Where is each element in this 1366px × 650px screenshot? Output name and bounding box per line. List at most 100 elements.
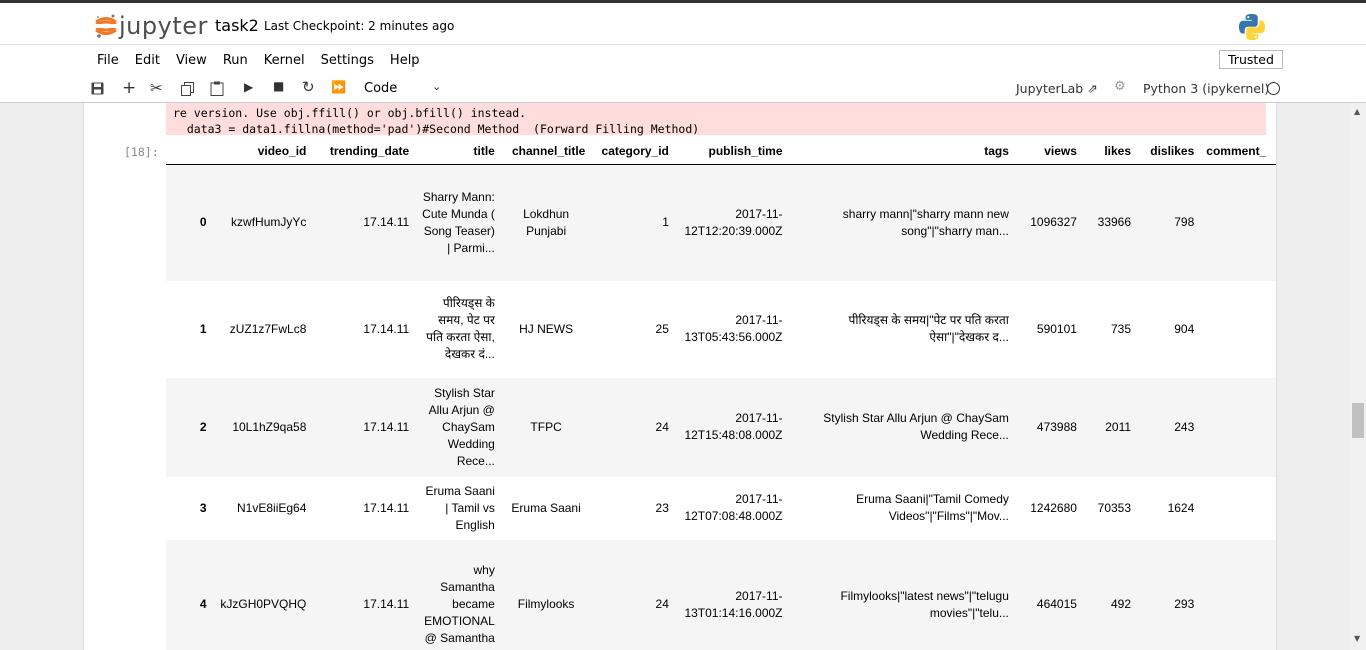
notebook-name[interactable]: task2 xyxy=(215,16,259,35)
paste-icon[interactable] xyxy=(210,81,224,96)
jupyterlab-link[interactable]: JupyterLab ⇗ xyxy=(1016,81,1098,96)
cell-trending-date: 17.14.11 xyxy=(363,500,410,515)
cell-video-id: 10L1hZ9qa58 xyxy=(232,419,307,434)
save-icon[interactable] xyxy=(91,82,104,95)
table-row: 0 kzwfHumJyYc 17.14.11 Sharry Mann: Cute… xyxy=(166,164,1276,281)
cell-trending-date: 17.14.11 xyxy=(363,321,410,336)
cell-tags: sharry mann|"sharry mann new song"|"shar… xyxy=(842,206,1009,238)
checkpoint-status: Last Checkpoint: 2 minutes ago xyxy=(264,19,455,33)
gear-icon[interactable]: ⚙ xyxy=(1114,79,1126,94)
cell-title: पीरियड्स के समय, पेट पर पति करता ऐसा, दे… xyxy=(426,296,495,361)
scroll-up-icon[interactable]: ▲ xyxy=(1354,107,1360,116)
kernel-status-icon xyxy=(1267,82,1280,95)
cell-type-select[interactable]: Code xyxy=(364,81,397,96)
stderr-output: re version. Use obj.ffill() or obj.bfill… xyxy=(166,103,1266,136)
restart-icon[interactable]: ↻ xyxy=(302,78,315,96)
table-row: 2 10L1hZ9qa58 17.14.11 Stylish Star Allu… xyxy=(166,377,1276,477)
cell-title: Eruma Saani | Tamil vs English xyxy=(425,483,495,532)
external-link-icon: ⇗ xyxy=(1087,81,1098,96)
cell-comment xyxy=(1200,165,1276,281)
column-header: title xyxy=(415,138,501,165)
cell-publish-time: 2017-11-13T01:14:16.000Z xyxy=(684,588,783,620)
cell-tags: Stylish Star Allu Arjun @ ChaySam Weddin… xyxy=(823,411,1009,442)
column-header: trending_date xyxy=(312,138,416,165)
cell-category-id: 24 xyxy=(655,597,669,611)
cell-dislikes: 798 xyxy=(1174,215,1195,230)
cell-dislikes: 243 xyxy=(1174,419,1195,434)
menu-help[interactable]: Help xyxy=(390,53,420,68)
row-index: 0 xyxy=(199,215,207,230)
table-header-row: video_id trending_date title channel_tit… xyxy=(166,138,1276,165)
menu-kernel[interactable]: Kernel xyxy=(264,53,305,68)
notebook-page[interactable]: re version. Use obj.ffill() or obj.bfill… xyxy=(83,103,1277,650)
cell-channel-title: Lokdhun Punjabi xyxy=(523,206,570,238)
row-index: 2 xyxy=(199,419,207,434)
cell-video-id: zUZ1z7FwLc8 xyxy=(229,321,307,336)
output-prompt: [18]: xyxy=(124,145,159,159)
menu-items: File Edit View Run Kernel Settings Help xyxy=(97,53,436,68)
cell-video-id: kJzGH0PVQHQ xyxy=(220,597,307,611)
column-header: category_id xyxy=(591,138,675,165)
cell-dislikes: 904 xyxy=(1174,321,1195,336)
scrollbar-thumb[interactable] xyxy=(1352,403,1364,438)
cell-comment xyxy=(1200,540,1276,650)
add-cell-icon[interactable]: + xyxy=(122,78,136,98)
cell-category-id: 25 xyxy=(655,321,669,336)
jupyter-logo-icon xyxy=(95,14,117,38)
menu-edit[interactable]: Edit xyxy=(135,53,160,68)
column-header: video_id xyxy=(212,138,313,165)
cell-views: 590101 xyxy=(1036,321,1077,336)
vertical-scrollbar[interactable]: ▲ ▼ xyxy=(1350,103,1366,650)
chevron-down-icon[interactable]: ⌄ xyxy=(432,80,441,93)
row-index: 4 xyxy=(199,597,207,611)
cell-trending-date: 17.14.11 xyxy=(363,419,410,434)
column-header: channel_title xyxy=(500,138,592,165)
cut-icon[interactable]: ✂ xyxy=(150,79,163,97)
cell-channel-title: TFPC xyxy=(530,419,562,434)
stderr-line-1: re version. Use obj.ffill() or obj.bfill… xyxy=(173,106,527,120)
cell-views: 464015 xyxy=(1036,597,1077,611)
cell-likes: 492 xyxy=(1111,597,1132,611)
cell-title: why Samantha became EMOTIONAL @ Samantha xyxy=(424,563,495,645)
cell-tags: पीरियड्स के समय|"पेट पर पति करता ऐसा"|"द… xyxy=(848,313,1009,344)
cell-views: 1242680 xyxy=(1030,500,1077,515)
notebook-toolbar: + ✂ ▶ ■ ↻ ⏩ Code ⌄ JupyterLab ⇗ ⚙ Python… xyxy=(0,75,1366,103)
copy-icon[interactable] xyxy=(181,82,194,96)
stderr-line-2: data3 = data1.fillna(method='pad')#Secon… xyxy=(173,122,700,136)
column-header: likes xyxy=(1082,138,1138,165)
menu-run[interactable]: Run xyxy=(223,53,248,68)
menu-bar: File Edit View Run Kernel Settings Help … xyxy=(0,45,1366,75)
table-row: 1 zUZ1z7FwLc8 17.14.11 पीरियड्स के समय, … xyxy=(166,280,1276,378)
cell-title: Stylish Star Allu Arjun @ ChaySam Weddin… xyxy=(428,385,495,468)
row-index: 1 xyxy=(199,321,207,336)
cell-video-id: N1vE8iiEg64 xyxy=(237,500,307,515)
menu-settings[interactable]: Settings xyxy=(321,53,374,68)
cell-category-id: 24 xyxy=(655,419,669,434)
run-icon[interactable]: ▶ xyxy=(244,80,253,94)
cell-comment xyxy=(1200,378,1276,477)
menu-file[interactable]: File xyxy=(97,53,119,68)
cell-likes: 2011 xyxy=(1105,419,1132,434)
cell-trending-date: 17.14.11 xyxy=(363,215,410,230)
table-row: 3 N1vE8iiEg64 17.14.11 Eruma Saani | Tam… xyxy=(166,476,1276,540)
table-row: 4 kJzGH0PVQHQ 17.14.11 why Samantha beca… xyxy=(166,539,1276,650)
column-header xyxy=(166,138,213,165)
cell-comment xyxy=(1200,281,1276,378)
column-header: tags xyxy=(788,138,1015,165)
cell-publish-time: 2017-11-12T12:20:39.000Z xyxy=(684,206,783,238)
row-index: 3 xyxy=(199,500,207,515)
stop-icon[interactable]: ■ xyxy=(273,79,284,93)
column-header: publish_time xyxy=(674,138,789,165)
cell-publish-time: 2017-11-12T07:08:48.000Z xyxy=(684,492,783,523)
python-logo-icon xyxy=(1239,14,1265,40)
trusted-indicator[interactable]: Trusted xyxy=(1219,50,1283,69)
scroll-down-icon[interactable]: ▼ xyxy=(1354,634,1360,643)
cell-views: 473988 xyxy=(1036,419,1077,434)
kernel-name[interactable]: Python 3 (ipykernel) xyxy=(1143,81,1269,96)
jupyter-logo[interactable]: jupyter xyxy=(95,12,208,40)
menu-view[interactable]: View xyxy=(176,53,207,68)
cell-trending-date: 17.14.11 xyxy=(363,597,410,611)
cell-comment xyxy=(1200,477,1276,540)
cell-dislikes: 1624 xyxy=(1167,500,1195,515)
restart-run-all-icon[interactable]: ⏩ xyxy=(331,80,346,94)
